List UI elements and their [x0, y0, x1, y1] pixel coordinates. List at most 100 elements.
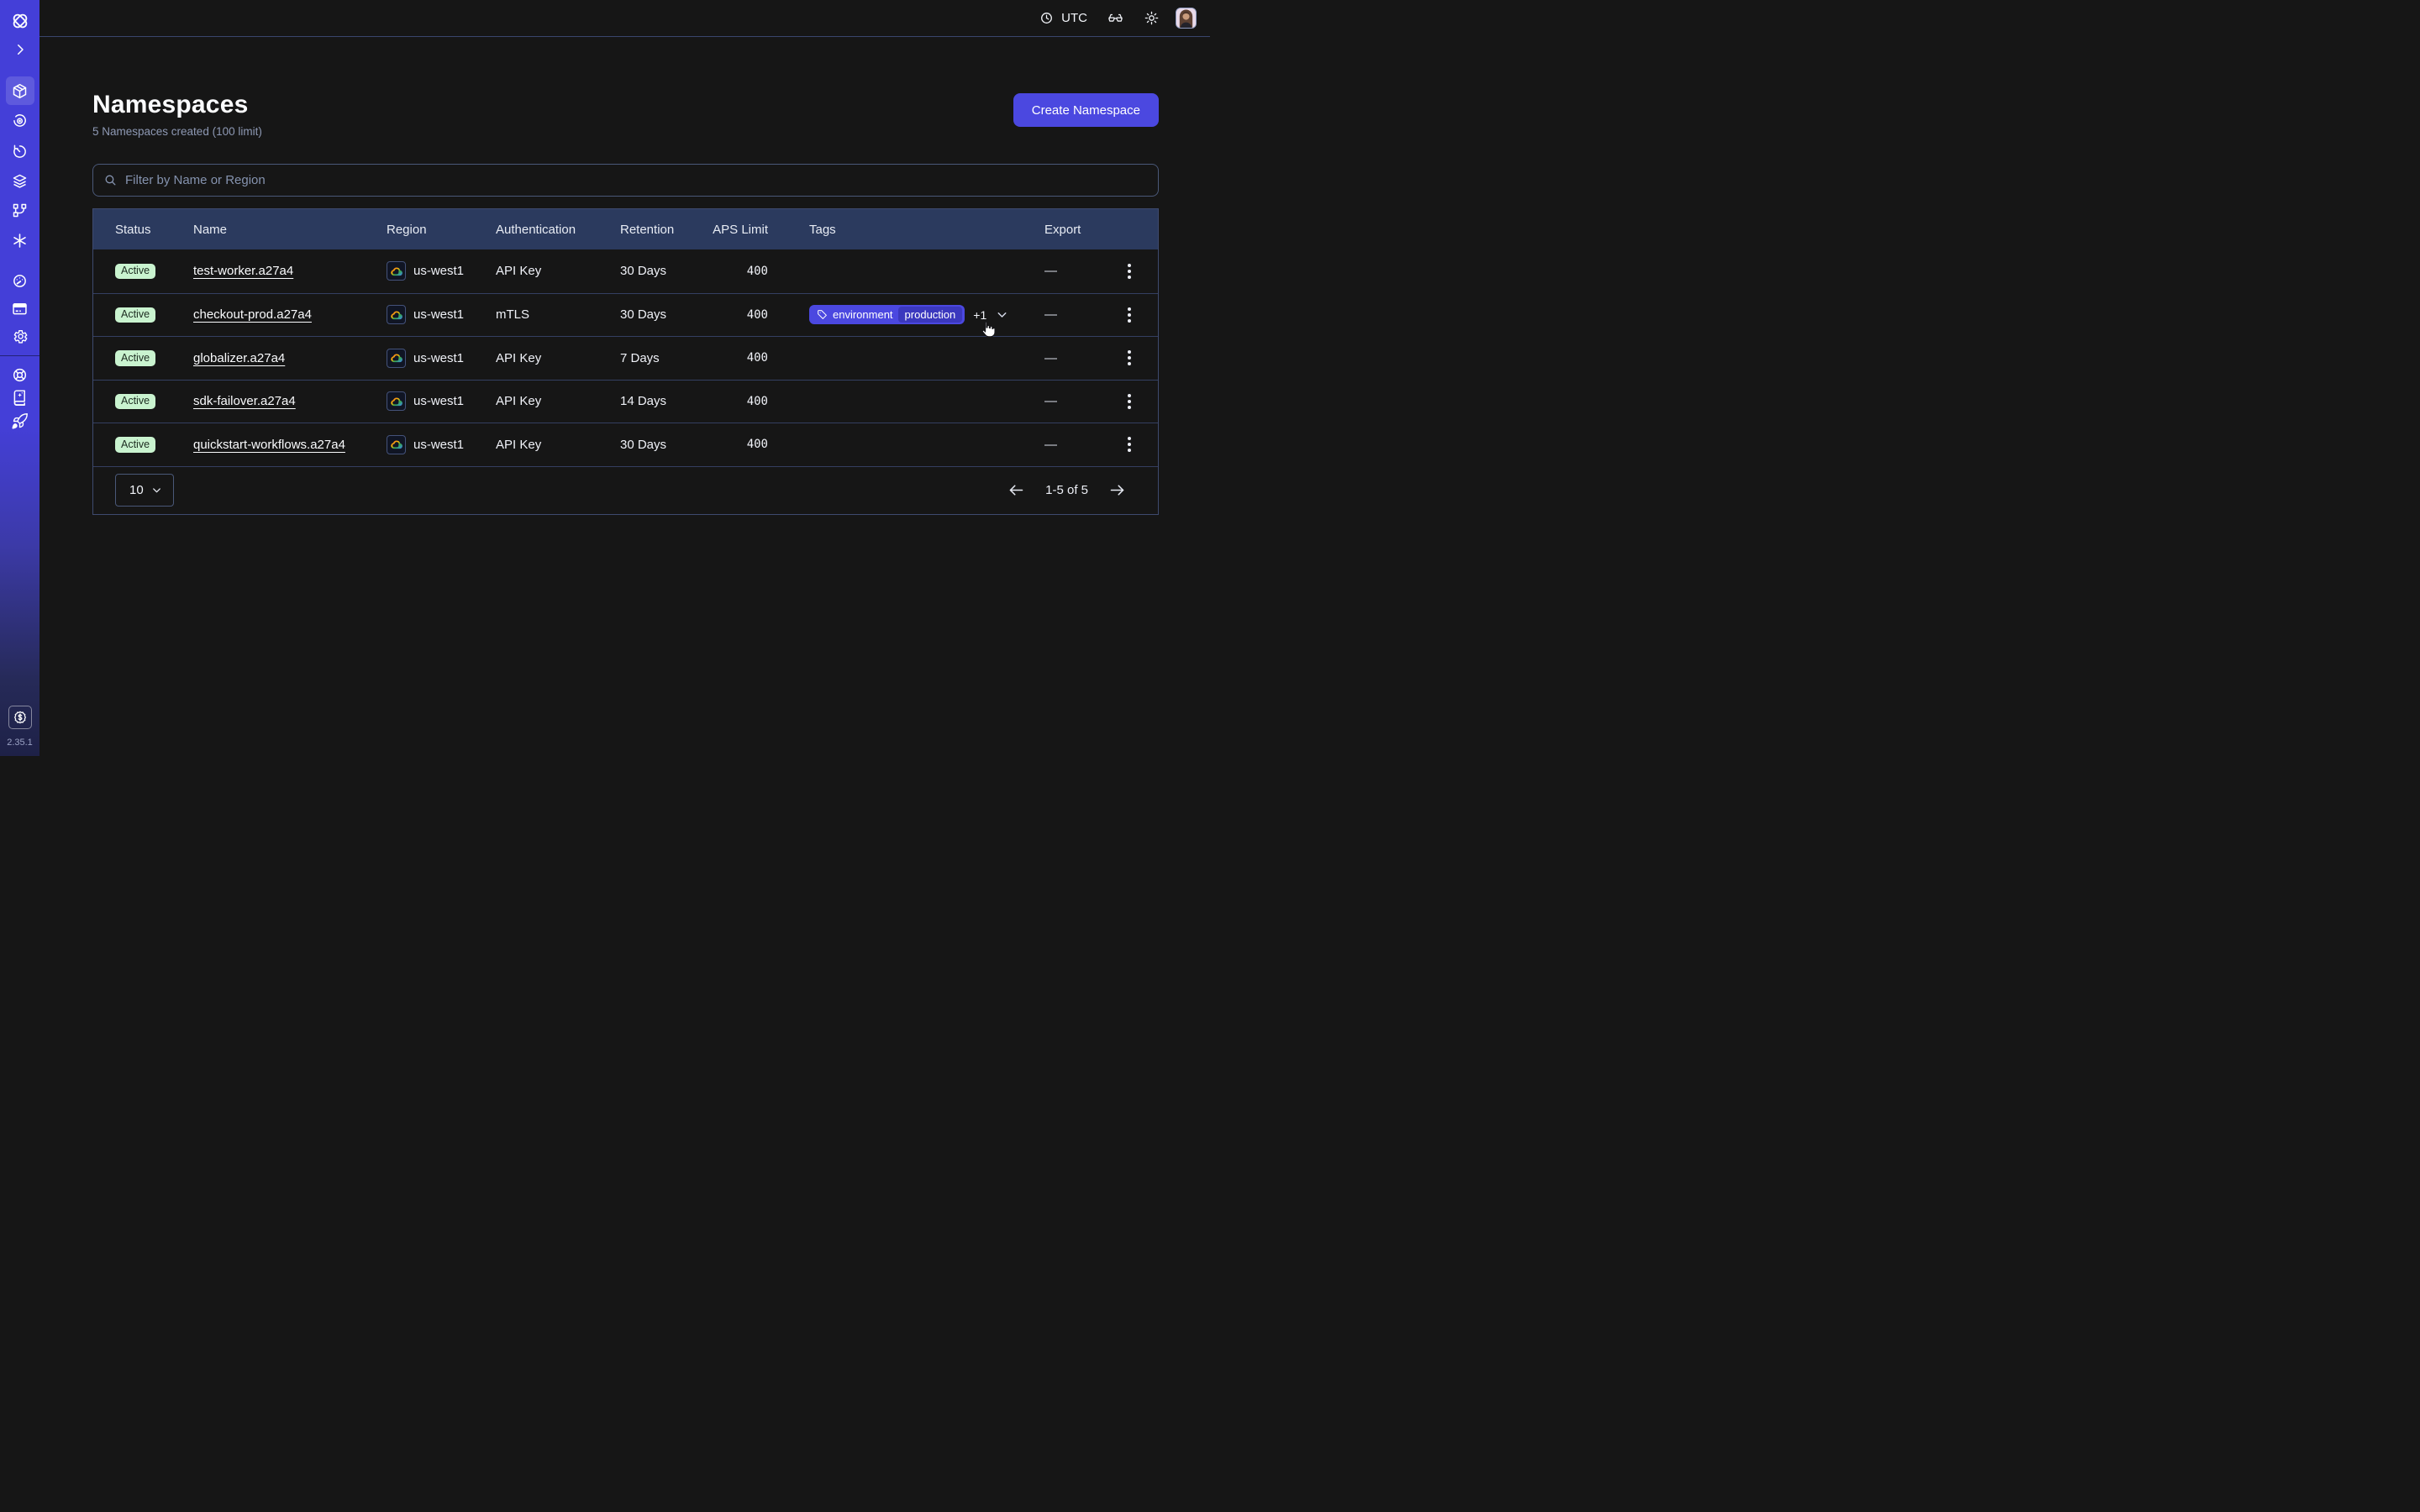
col-name: Name: [193, 223, 387, 237]
region-label: us-west1: [413, 438, 464, 452]
aps-limit-value: 400: [698, 308, 768, 322]
export-value: —: [1036, 264, 1110, 278]
tags-more-count: +1: [973, 308, 986, 322]
aps-limit-value: 400: [698, 265, 768, 278]
page-subtitle: 5 Namespaces created (100 limit): [92, 125, 262, 138]
timezone-selector[interactable]: UTC: [1039, 11, 1087, 25]
app-version: 2.35.1: [0, 738, 39, 748]
table-row[interactable]: Active globalizer.a27a4 us-west1 API Key…: [93, 336, 1158, 380]
prev-page-button[interactable]: [1007, 481, 1025, 499]
next-page-button[interactable]: [1108, 481, 1126, 499]
credits-button[interactable]: [8, 706, 32, 729]
glasses-icon[interactable]: [1107, 10, 1123, 26]
filter-input[interactable]: [125, 173, 1148, 187]
main-content: Namespaces 5 Namespaces created (100 lim…: [39, 37, 1210, 756]
status-badge: Active: [115, 264, 155, 280]
retention-value: 7 Days: [620, 351, 698, 365]
col-retention: Retention: [620, 223, 698, 237]
col-export: Export: [1036, 223, 1110, 237]
col-aps-limit: APS Limit: [698, 223, 768, 237]
row-actions-kebab-button[interactable]: [1118, 303, 1141, 327]
tag-key: environment: [833, 308, 893, 321]
sidebar-item-nexus[interactable]: [6, 226, 34, 255]
region-label: us-west1: [413, 394, 464, 408]
clock-icon: [1039, 11, 1054, 25]
row-actions-kebab-button[interactable]: [1118, 433, 1141, 456]
pagination-range: 1-5 of 5: [1045, 483, 1088, 497]
page-size-select[interactable]: 10: [115, 474, 174, 507]
sidebar-item-quickstart[interactable]: [6, 407, 34, 435]
gcp-logo-icon: [387, 391, 406, 411]
sidebar-expand-chevron-icon[interactable]: [6, 35, 34, 64]
status-badge: Active: [115, 437, 155, 453]
tags-expand-chevron-icon[interactable]: [995, 307, 1009, 322]
gcp-logo-icon: [387, 435, 406, 454]
pagination-bar: 10 1-5 of 5: [93, 466, 1158, 514]
namespace-link[interactable]: sdk-failover.a27a4: [193, 394, 296, 408]
retention-value: 30 Days: [620, 264, 698, 278]
namespace-link[interactable]: checkout-prod.a27a4: [193, 307, 312, 322]
aps-limit-value: 400: [698, 438, 768, 451]
region-label: us-west1: [413, 351, 464, 365]
theme-toggle-sun-icon[interactable]: [1144, 10, 1160, 26]
chevron-down-icon: [150, 484, 163, 496]
row-actions-kebab-button[interactable]: [1118, 260, 1141, 283]
table-row[interactable]: Active sdk-failover.a27a4 us-west1 API K…: [93, 380, 1158, 423]
sidebar-item-billing[interactable]: [6, 294, 34, 323]
aps-limit-value: 400: [698, 395, 768, 408]
row-actions-kebab-button[interactable]: [1118, 390, 1141, 413]
namespaces-table: Status Name Region Authentication Retent…: [92, 208, 1159, 515]
sidebar-item-batch-operations[interactable]: [6, 166, 34, 195]
col-region: Region: [387, 223, 496, 237]
page-title: Namespaces: [92, 91, 262, 118]
authentication-value: API Key: [496, 394, 620, 408]
create-namespace-button[interactable]: Create Namespace: [1013, 93, 1159, 127]
sidebar-item-settings[interactable]: [6, 322, 34, 350]
col-status: Status: [93, 223, 193, 237]
namespace-link[interactable]: globalizer.a27a4: [193, 351, 285, 365]
filter-field[interactable]: [92, 164, 1159, 197]
retention-value: 30 Days: [620, 307, 698, 322]
sidebar: 2.35.1: [0, 0, 39, 756]
table-row[interactable]: Active checkout-prod.a27a4 us-west1 mTLS…: [93, 293, 1158, 337]
sidebar-item-usage[interactable]: [6, 266, 34, 295]
tag-value: production: [898, 307, 963, 323]
authentication-value: API Key: [496, 264, 620, 278]
export-value: —: [1036, 438, 1110, 452]
sidebar-divider: [0, 355, 39, 356]
sidebar-item-schedules[interactable]: [6, 137, 34, 165]
table-row[interactable]: Active test-worker.a27a4 us-west1 API Ke…: [93, 249, 1158, 293]
export-value: —: [1036, 351, 1110, 365]
timezone-label: UTC: [1061, 11, 1087, 25]
retention-value: 30 Days: [620, 438, 698, 452]
status-badge: Active: [115, 394, 155, 410]
temporal-logo-icon: [6, 7, 34, 35]
user-avatar[interactable]: [1176, 8, 1197, 29]
namespace-link[interactable]: quickstart-workflows.a27a4: [193, 438, 345, 452]
namespace-link[interactable]: test-worker.a27a4: [193, 264, 293, 278]
export-value: —: [1036, 394, 1110, 408]
search-icon: [103, 173, 118, 187]
table-header-row: Status Name Region Authentication Retent…: [93, 209, 1158, 249]
table-row[interactable]: Active quickstart-workflows.a27a4 us-wes…: [93, 423, 1158, 466]
export-value: —: [1036, 307, 1110, 322]
retention-value: 14 Days: [620, 394, 698, 408]
topbar: UTC: [39, 0, 1210, 37]
col-authentication: Authentication: [496, 223, 620, 237]
gcp-logo-icon: [387, 305, 406, 324]
sidebar-item-namespaces[interactable]: [6, 76, 34, 105]
status-badge: Active: [115, 350, 155, 366]
sidebar-item-workflows[interactable]: [6, 106, 34, 134]
aps-limit-value: 400: [698, 351, 768, 365]
row-actions-kebab-button[interactable]: [1118, 346, 1141, 370]
table-body: Active test-worker.a27a4 us-west1 API Ke…: [93, 249, 1158, 466]
tag-chip[interactable]: environment production: [809, 305, 965, 324]
region-label: us-west1: [413, 264, 464, 278]
authentication-value: API Key: [496, 351, 620, 365]
status-badge: Active: [115, 307, 155, 323]
col-tags: Tags: [768, 223, 1036, 237]
tag-icon: [817, 309, 828, 320]
gcp-logo-icon: [387, 349, 406, 368]
sidebar-item-deployments[interactable]: [6, 196, 34, 224]
region-label: us-west1: [413, 307, 464, 322]
